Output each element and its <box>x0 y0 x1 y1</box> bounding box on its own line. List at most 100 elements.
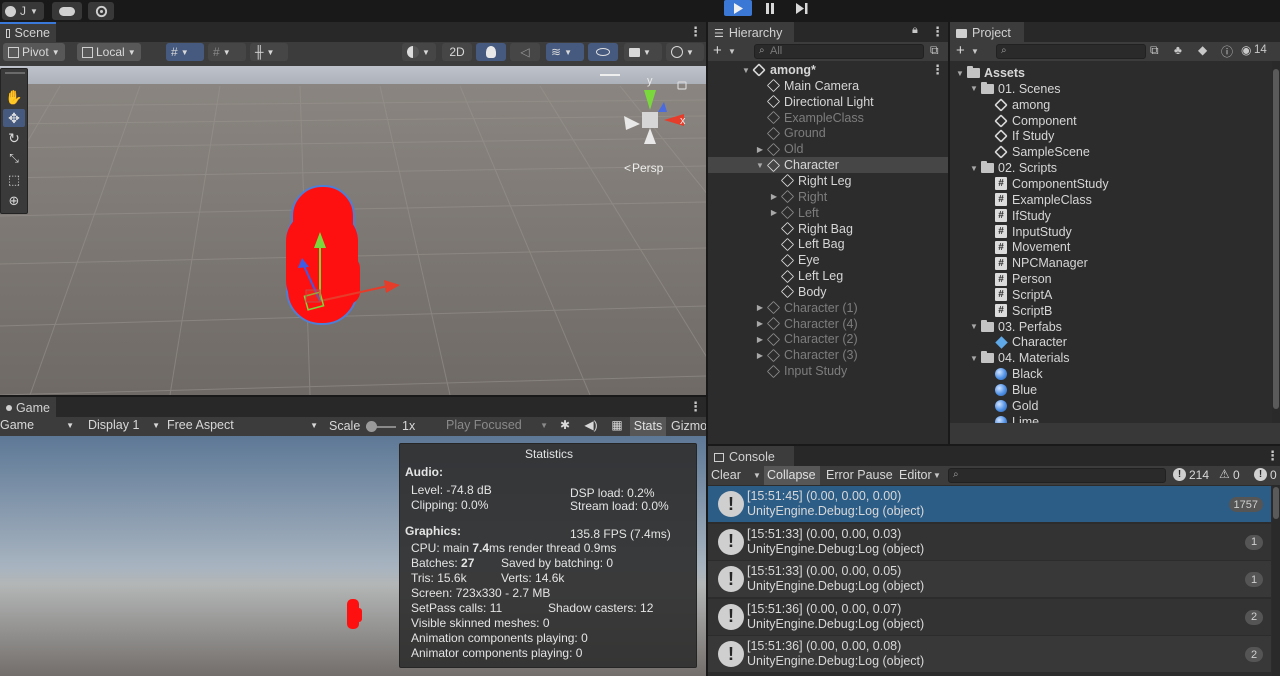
transform-tool-icon[interactable]: ⊕ <box>3 193 25 211</box>
hierarchy-item[interactable]: Right Bag <box>708 221 948 237</box>
project-item[interactable]: # InputStudy <box>950 224 1272 240</box>
console-log-row[interactable]: ! [15:51:45] (0.00, 0.00, 0.00) UnityEngin… <box>708 486 1271 522</box>
step-button[interactable] <box>788 0 816 16</box>
chevron-down-icon[interactable]: ▼ <box>740 66 752 75</box>
chevron-right-icon[interactable]: ▶ <box>754 145 766 154</box>
increment-snap-button[interactable]: ╫ ▼ <box>250 43 288 61</box>
pivot-dropdown[interactable]: Pivot ▼ <box>3 43 65 61</box>
settings-button[interactable] <box>88 2 114 20</box>
project-item[interactable]: ▼ Assets <box>950 65 1272 81</box>
label-icon[interactable]: ◆ <box>1198 43 1207 57</box>
eye-icon[interactable]: ◉ <box>1241 43 1251 57</box>
project-item[interactable]: among <box>950 97 1272 113</box>
project-item[interactable]: # ScriptB <box>950 303 1272 319</box>
project-item[interactable]: Component <box>950 113 1272 129</box>
console-scrollbar[interactable] <box>1272 485 1280 676</box>
aspect-select[interactable]: Free Aspect ▼ <box>167 418 321 435</box>
filter-type-icon[interactable]: ♣ <box>1174 43 1182 57</box>
console-scrollbar-thumb[interactable] <box>1273 487 1279 519</box>
project-item[interactable]: SampleScene <box>950 144 1272 160</box>
move-tool-icon[interactable]: ✥ <box>3 109 25 127</box>
gizmos-dropdown[interactable]: ▼ <box>666 43 704 61</box>
hierarchy-item[interactable]: ▶ Left <box>708 205 948 221</box>
scene-visibility-toggle[interactable] <box>588 43 618 61</box>
chevron-down-icon[interactable]: ▼ <box>933 471 941 480</box>
collapse-toggle[interactable]: Collapse <box>764 466 820 485</box>
chevron-down-icon[interactable]: ▼ <box>754 161 766 170</box>
hierarchy-item[interactable]: ▶ Character (3) <box>708 347 948 363</box>
error-pause-toggle[interactable]: Error Pause <box>826 468 893 482</box>
scene-row-menu-icon[interactable]: ⋮ <box>931 62 944 78</box>
draw-mode-dropdown[interactable]: ▼ <box>402 43 436 61</box>
project-item[interactable]: Gold <box>950 398 1272 414</box>
tab-project[interactable]: Project <box>950 22 1024 42</box>
lighting-toggle[interactable] <box>476 43 506 61</box>
hierarchy-item[interactable]: Ground <box>708 125 948 141</box>
audio-toggle[interactable]: ◁ <box>510 43 540 61</box>
chevron-down-icon[interactable]: ▼ <box>968 84 980 93</box>
project-item[interactable]: ▼ 03. Perfabs <box>950 319 1272 335</box>
speaker-icon[interactable]: ◀) <box>582 418 600 435</box>
scale-tool-icon[interactable]: ⤡ <box>3 151 25 169</box>
tab-game[interactable]: Game <box>0 397 56 417</box>
hierarchy-search-input[interactable]: ⌕ All <box>754 44 924 59</box>
scene-viewport[interactable]: y x < Persp ✋ ✥ ↻ ⤡ ⬚ ⊕ <box>0 66 706 395</box>
stats-toggle[interactable]: Stats <box>630 417 666 436</box>
hierarchy-item[interactable]: ▶ Right <box>708 189 948 205</box>
account-dropdown[interactable]: J ▼ <box>2 2 44 20</box>
pause-button[interactable] <box>756 0 784 16</box>
chevron-right-icon[interactable]: ▶ <box>768 208 780 217</box>
hierarchy-item[interactable]: Body <box>708 284 948 300</box>
hierarchy-menu-icon[interactable]: ⋮ <box>931 24 944 40</box>
chevron-right-icon[interactable]: ▶ <box>768 192 780 201</box>
hierarchy-item[interactable]: Main Camera <box>708 78 948 94</box>
hierarchy-item[interactable]: Input Study <box>708 363 948 379</box>
effects-dropdown[interactable]: ≋ ▼ <box>546 43 584 61</box>
hierarchy-item[interactable]: ExampleClass <box>708 110 948 126</box>
project-item[interactable]: Character <box>950 334 1272 350</box>
hierarchy-item[interactable]: ▶ Character (2) <box>708 331 948 347</box>
error-icon[interactable]: ! <box>1254 468 1267 481</box>
tab-console[interactable]: Console <box>708 446 794 466</box>
hierarchy-item[interactable]: Left Bag <box>708 236 948 252</box>
project-item[interactable]: # IfStudy <box>950 208 1272 224</box>
chevron-right-icon[interactable]: ▶ <box>754 351 766 360</box>
project-item[interactable]: If Study <box>950 128 1272 144</box>
hierarchy-item[interactable]: Directional Light <box>708 94 948 110</box>
chevron-down-icon[interactable]: ▼ <box>968 354 980 363</box>
hierarchy-item[interactable]: ▶ Character (4) <box>708 316 948 332</box>
chevron-down-icon[interactable]: ▼ <box>753 471 761 480</box>
console-log-row[interactable]: ! [15:51:36] (0.00, 0.00, 0.07) UnityEngin… <box>708 598 1271 635</box>
info-icon[interactable]: ⓘ <box>1221 43 1233 60</box>
chevron-down-icon[interactable]: ▼ <box>971 47 979 56</box>
display-select[interactable]: Display 1 ▼ <box>88 418 160 435</box>
project-item[interactable]: ▼ 01. Scenes <box>950 81 1272 97</box>
console-menu-icon[interactable]: ⋮ <box>1266 448 1279 464</box>
cloud-button[interactable] <box>52 2 82 20</box>
project-item[interactable]: # ExampleClass <box>950 192 1272 208</box>
project-search-input[interactable]: ⌕ <box>996 44 1146 59</box>
add-icon[interactable]: + <box>713 42 722 59</box>
editor-dropdown[interactable]: Editor <box>899 468 932 482</box>
view-select[interactable]: Game ▼ <box>0 418 78 435</box>
bug-icon[interactable]: ✱ <box>556 418 574 435</box>
palette-handle[interactable] <box>5 72 25 74</box>
create-icon[interactable]: + <box>956 42 965 59</box>
project-item[interactable]: Lime <box>950 414 1272 423</box>
hierarchy-item[interactable]: Left Leg <box>708 268 948 284</box>
grid-icon[interactable]: ▦ <box>608 418 626 435</box>
hierarchy-item[interactable]: Right Leg <box>708 173 948 189</box>
overlay-handle[interactable] <box>600 74 620 76</box>
tab-scene[interactable]: Scene <box>0 22 56 42</box>
rotate-tool-icon[interactable]: ↻ <box>3 130 25 148</box>
grid-snap-button[interactable]: # ▼ <box>166 43 204 61</box>
game-menu-icon[interactable]: ⋮ <box>689 399 702 415</box>
project-item[interactable]: # Movement <box>950 239 1272 255</box>
chevron-down-icon[interactable]: ▼ <box>728 47 736 56</box>
lock-icon[interactable]: 🔒︎ <box>912 24 918 37</box>
hierarchy-item[interactable]: ▶ Old <box>708 141 948 157</box>
project-item[interactable]: # ScriptA <box>950 287 1272 303</box>
2d-toggle[interactable]: 2D <box>442 43 472 61</box>
scene-search-icon[interactable]: ⧉ <box>930 43 939 58</box>
chevron-down-icon[interactable]: ▼ <box>954 69 966 78</box>
